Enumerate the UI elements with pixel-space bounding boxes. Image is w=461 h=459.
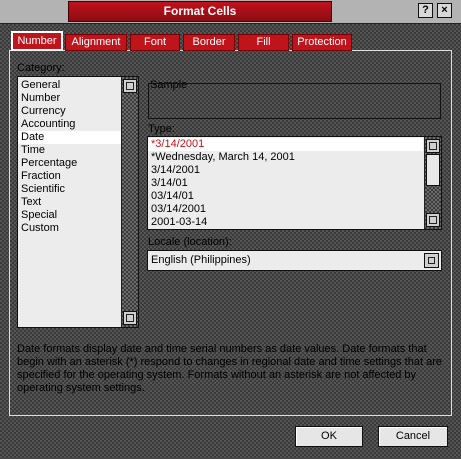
type-list[interactable]: *3/14/2001 *Wednesday, March 14, 2001 3/… bbox=[147, 136, 442, 230]
category-item-scientific[interactable]: Scientific bbox=[18, 183, 122, 196]
category-item-percentage[interactable]: Percentage bbox=[18, 157, 122, 170]
type-item[interactable]: 3/14/01 bbox=[148, 177, 423, 190]
help-button[interactable]: ? bbox=[418, 3, 433, 18]
tab-number[interactable]: Number bbox=[11, 31, 63, 51]
locale-select[interactable]: English (Philippines) bbox=[147, 250, 442, 271]
category-item-general[interactable]: General bbox=[18, 79, 122, 92]
ok-button[interactable]: OK bbox=[295, 426, 363, 447]
category-list[interactable]: General Number Currency Accounting Date … bbox=[17, 76, 139, 328]
scroll-thumb[interactable] bbox=[426, 154, 440, 186]
locale-label: Locale (location): bbox=[148, 236, 232, 248]
type-item[interactable]: 03/14/01 bbox=[148, 190, 423, 203]
category-items: General Number Currency Accounting Date … bbox=[18, 77, 138, 235]
title-bar: Format Cells ? × bbox=[0, 0, 461, 24]
dropdown-arrow-icon[interactable] bbox=[424, 253, 439, 268]
window-title: Format Cells bbox=[68, 1, 332, 22]
category-item-currency[interactable]: Currency bbox=[18, 105, 122, 118]
type-label: Type: bbox=[148, 123, 175, 135]
category-scrollbar[interactable] bbox=[121, 77, 138, 327]
category-item-text[interactable]: Text bbox=[18, 196, 122, 209]
type-scrollbar[interactable] bbox=[424, 137, 441, 229]
type-item[interactable]: 03/14/2001 bbox=[148, 203, 423, 216]
category-item-special[interactable]: Special bbox=[18, 209, 122, 222]
tab-alignment[interactable]: Alignment bbox=[65, 34, 127, 51]
scroll-up-icon[interactable] bbox=[123, 79, 137, 93]
category-item-number[interactable]: Number bbox=[18, 92, 122, 105]
format-description: Date formats display date and time seria… bbox=[17, 343, 442, 394]
category-item-time[interactable]: Time bbox=[18, 144, 122, 157]
category-item-custom[interactable]: Custom bbox=[18, 222, 122, 235]
category-label: Category: bbox=[17, 62, 65, 74]
category-item-accounting[interactable]: Accounting bbox=[18, 118, 122, 131]
type-item[interactable]: 3/14/2001 bbox=[148, 164, 423, 177]
category-item-date[interactable]: Date bbox=[18, 131, 122, 144]
sample-box bbox=[148, 83, 441, 119]
locale-value: English (Philippines) bbox=[151, 254, 251, 266]
close-button[interactable]: × bbox=[437, 3, 452, 18]
tab-protection[interactable]: Protection bbox=[292, 34, 352, 51]
tab-border[interactable]: Border bbox=[183, 34, 235, 51]
type-items: *3/14/2001 *Wednesday, March 14, 2001 3/… bbox=[148, 137, 441, 229]
category-item-fraction[interactable]: Fraction bbox=[18, 170, 122, 183]
type-item[interactable]: *3/14/2001 bbox=[148, 138, 423, 151]
tab-font[interactable]: Font bbox=[130, 34, 180, 51]
scroll-down-icon[interactable] bbox=[123, 311, 137, 325]
type-item[interactable]: *Wednesday, March 14, 2001 bbox=[148, 151, 423, 164]
tab-fill[interactable]: Fill bbox=[238, 34, 289, 51]
scroll-down-icon[interactable] bbox=[426, 213, 440, 227]
scroll-up-icon[interactable] bbox=[426, 139, 440, 153]
type-item[interactable]: 2001-03-14 bbox=[148, 216, 423, 229]
cancel-button[interactable]: Cancel bbox=[378, 426, 448, 447]
